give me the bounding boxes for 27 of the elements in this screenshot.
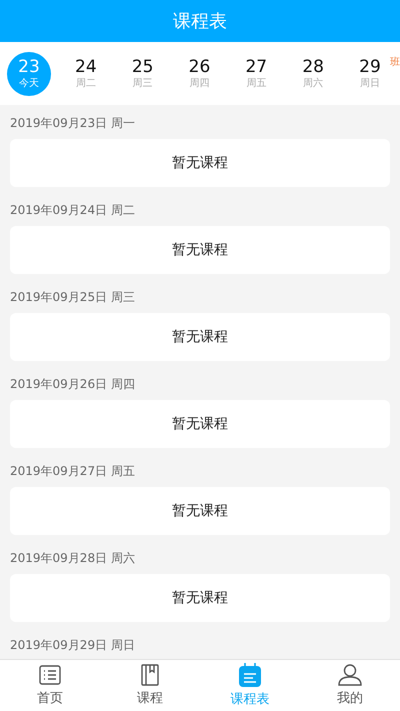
empty-message: 暂无课程 <box>172 154 228 172</box>
date-tab[interactable]: 27 周五 <box>234 52 278 96</box>
date-heading: 2019年09月27日 周五 <box>10 463 136 480</box>
empty-message: 暂无课程 <box>172 241 228 259</box>
empty-message: 暂无课程 <box>172 328 228 346</box>
workday-label: 班 <box>390 56 400 68</box>
nav-tab[interactable]: 首页 <box>0 660 100 711</box>
page-title: 课程表 <box>173 10 227 33</box>
empty-message: 暂无课程 <box>172 502 228 520</box>
nav-tab[interactable]: 我的 <box>300 660 400 711</box>
book-icon <box>139 664 161 686</box>
date-heading: 2019年09月25日 周三 <box>10 289 136 306</box>
date-heading: 2019年09月28日 周六 <box>10 550 136 567</box>
calendar-icon <box>239 663 261 687</box>
empty-message: 暂无课程 <box>172 589 228 607</box>
date-heading: 2019年09月29日 周日 <box>10 637 136 654</box>
list-icon <box>39 664 61 686</box>
date-heading: 2019年09月24日 周二 <box>10 202 136 219</box>
date-heading: 2019年09月26日 周四 <box>10 376 136 393</box>
date-tab[interactable]: 28 周六 <box>291 52 336 96</box>
date-tab[interactable]: 25 周三 <box>120 52 165 96</box>
person-icon <box>338 664 362 686</box>
date-tab[interactable]: 26 周四 <box>177 52 222 96</box>
date-heading: 2019年09月23日 周一 <box>10 115 136 132</box>
empty-message: 暂无课程 <box>172 415 228 433</box>
date-tab[interactable]: 24 周二 <box>64 52 108 96</box>
nav-tab[interactable]: 课程 <box>100 660 200 711</box>
